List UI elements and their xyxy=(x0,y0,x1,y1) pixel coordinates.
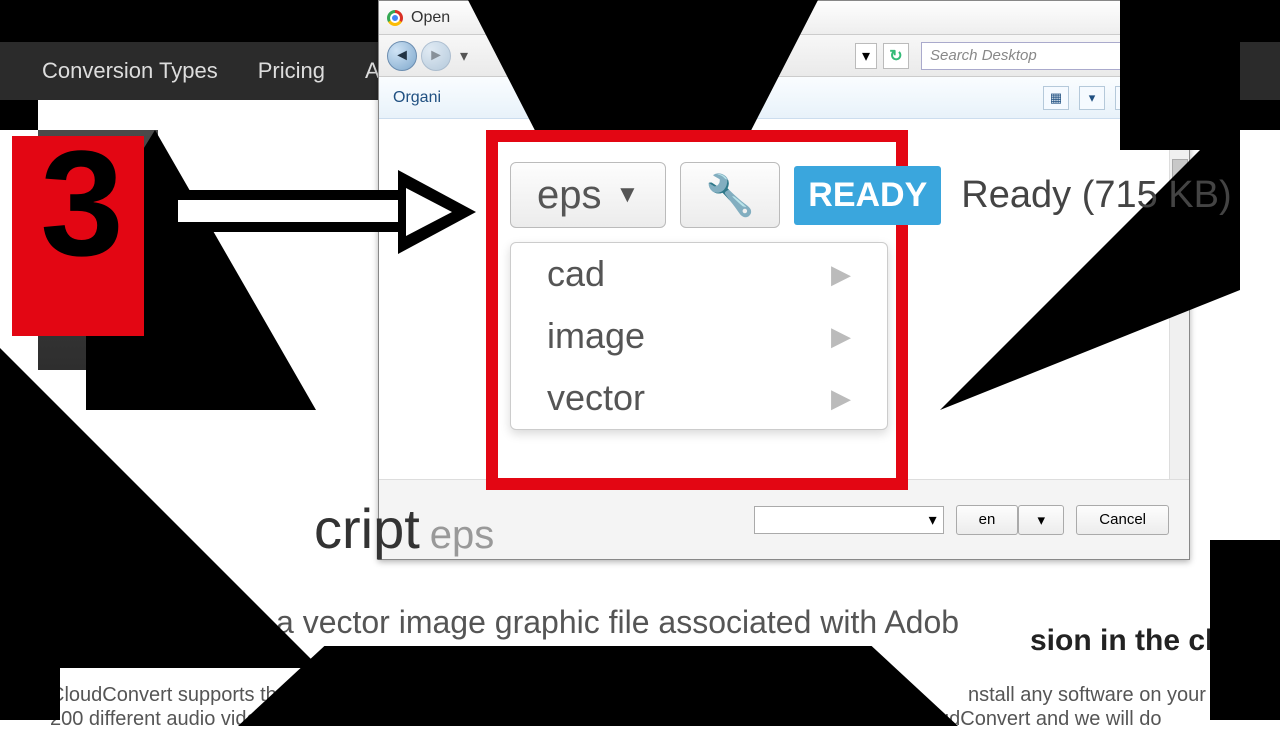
chrome-icon xyxy=(387,10,403,26)
ready-status-text: Ready (715 KB) xyxy=(961,174,1231,217)
format-dropdown-menu: cad ▶ image ▶ vector ▶ xyxy=(510,242,888,430)
chevron-right-icon: ▶ xyxy=(831,259,851,290)
chevron-down-icon: ▾ xyxy=(929,510,937,530)
transition-shard xyxy=(1210,540,1280,720)
nav-pricing[interactable]: Pricing xyxy=(258,58,325,84)
format-category-vector[interactable]: vector ▶ xyxy=(511,367,887,429)
ready-badge: READY xyxy=(794,166,941,225)
chevron-down-icon: ▾ xyxy=(1038,511,1046,529)
chevron-right-icon: ▶ xyxy=(831,321,851,352)
open-split-button[interactable]: ▾ xyxy=(1018,505,1064,535)
chevron-down-icon: ▼ xyxy=(616,181,640,209)
arrow-right-icon: ► xyxy=(428,47,444,65)
dialog-title-text: Open xyxy=(411,9,450,27)
pointer-arrow xyxy=(168,176,488,248)
format-category-image[interactable]: image ▶ xyxy=(511,305,887,367)
format-row: eps ▼ 🔧 READY Ready (715 KB) xyxy=(510,162,1232,228)
chevron-down-icon: ▾ xyxy=(460,46,468,66)
page-para-right-1: nstall any software on your xyxy=(968,684,1206,707)
transition-shard xyxy=(1120,0,1240,150)
menu-label: image xyxy=(547,315,645,357)
refresh-button[interactable]: ↻ xyxy=(883,43,909,69)
format-selected-label: eps xyxy=(537,173,602,218)
forward-button[interactable]: ► xyxy=(421,41,451,71)
view-mode-button[interactable]: ▦ xyxy=(1043,86,1069,110)
dialog-toolbar: Organi ▦ ▾ ◫ ? xyxy=(379,77,1189,119)
view-icon: ▦ xyxy=(1050,90,1062,106)
transition-shard xyxy=(238,646,958,726)
step-number: 3 xyxy=(40,136,115,271)
address-dropdown[interactable]: ▾ xyxy=(855,43,877,69)
history-dropdown[interactable]: ▾ xyxy=(455,41,473,71)
wrench-icon: 🔧 xyxy=(705,172,755,219)
organize-menu[interactable]: Organi xyxy=(393,89,441,107)
dialog-footer: ▾ en ▾ Cancel xyxy=(379,479,1189,559)
menu-label: cad xyxy=(547,253,605,295)
menu-label: vector xyxy=(547,377,645,419)
search-placeholder: Search Desktop xyxy=(930,47,1037,64)
transition-shard xyxy=(0,590,60,720)
arrow-left-icon: ◄ xyxy=(394,47,410,65)
page-para-left-1: CloudConvert supports th xyxy=(50,684,277,707)
format-category-cad[interactable]: cad ▶ xyxy=(511,243,887,305)
file-type-combo[interactable]: ▾ xyxy=(754,506,944,534)
page-description: a vector image graphic file associated w… xyxy=(276,604,959,641)
open-button[interactable]: en xyxy=(956,505,1019,535)
chevron-right-icon: ▶ xyxy=(831,383,851,414)
page-title: cripteps xyxy=(314,496,494,561)
format-select-button[interactable]: eps ▼ xyxy=(510,162,666,228)
settings-button[interactable]: 🔧 xyxy=(680,162,780,228)
cancel-button[interactable]: Cancel xyxy=(1076,505,1169,535)
step-badge: 3 xyxy=(12,136,144,336)
nav-conversion-types[interactable]: Conversion Types xyxy=(42,58,218,84)
chevron-down-icon: ▾ xyxy=(862,46,870,66)
refresh-icon: ↻ xyxy=(889,46,902,66)
chevron-down-icon: ▾ xyxy=(1089,90,1096,106)
view-dropdown[interactable]: ▾ xyxy=(1079,86,1105,110)
back-button[interactable]: ◄ xyxy=(387,41,417,71)
